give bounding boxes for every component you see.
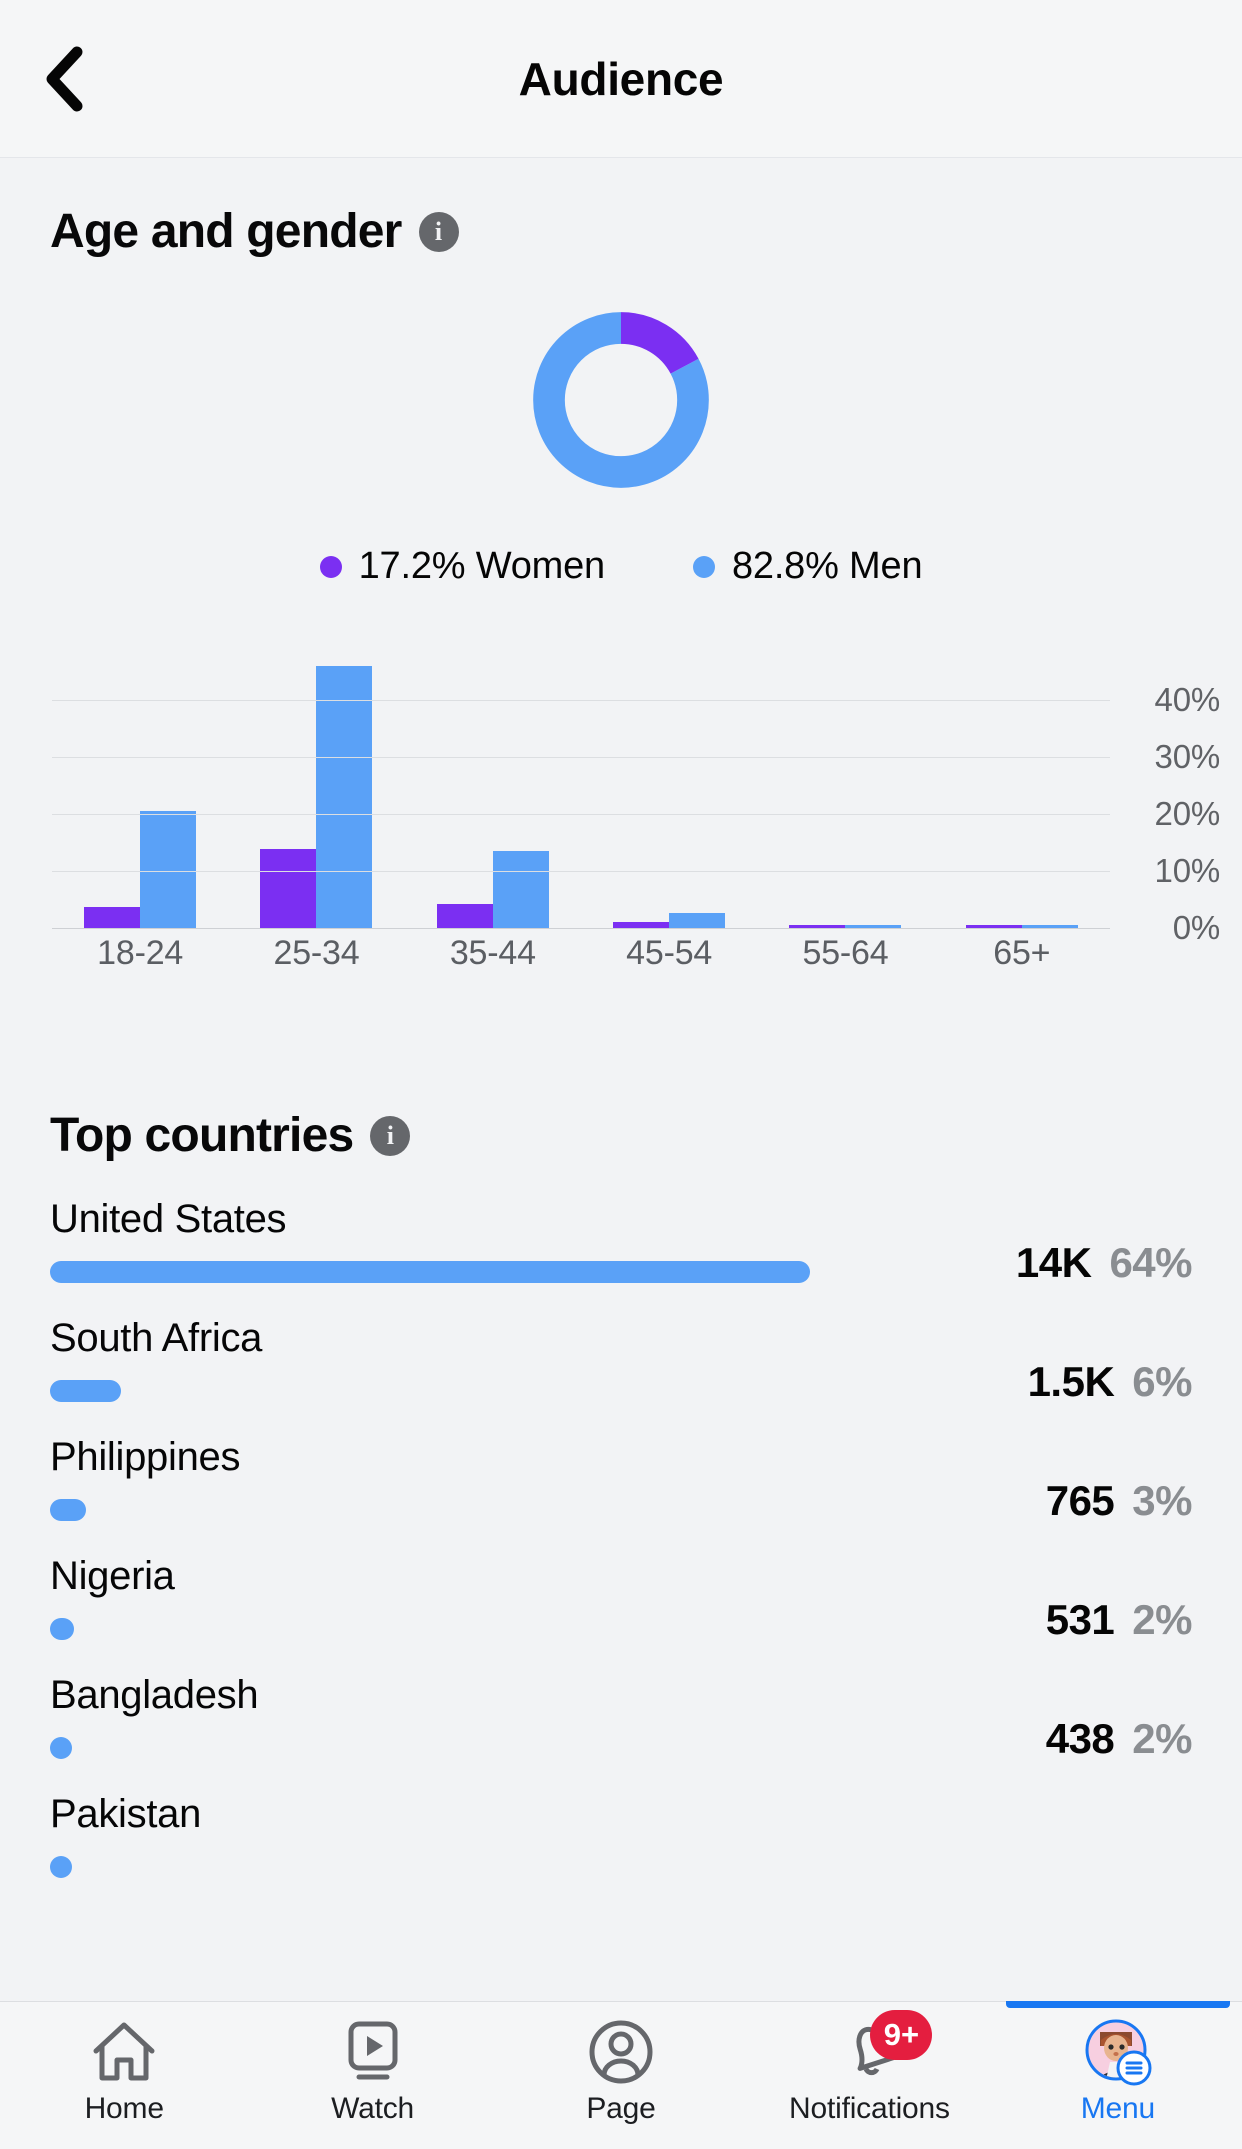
info-icon[interactable]: i [418,211,459,252]
country-bar-track [50,1499,810,1521]
profile-icon [588,2018,654,2086]
country-name: Nigeria [50,1554,175,1598]
country-bar [50,1261,810,1283]
country-row[interactable]: Bangladesh 438 2% [50,1665,1192,1784]
country-percent: 64% [1109,1239,1192,1286]
page-title: Audience [518,52,724,105]
country-value: 438 [1045,1715,1115,1762]
home-icon [91,2018,157,2086]
tab-label-notifications: Notifications [789,2092,950,2125]
country-bar-track [50,1380,810,1402]
tab-label-home: Home [84,2092,164,2125]
top-countries-title: Top countries [50,1109,354,1162]
watch-icon [343,2018,403,2086]
tab-home[interactable]: Home [0,2002,248,2149]
x-axis-label-25-34: 25-34 [273,934,360,972]
age-gender-title: Age and gender [50,205,402,258]
donut-svg [533,312,709,488]
tab-watch[interactable]: Watch [248,2002,496,2149]
audience-screen: Audience Age and gender i 17.2% Women 82… [0,0,1242,2149]
gridline-0% [52,928,1110,929]
tab-notifications[interactable]: 9+ Notifications [745,2002,993,2149]
tab-label-page: Page [586,2092,656,2125]
active-tab-indicator [1005,2001,1231,2008]
y-axis-tick: 0% [1172,909,1220,946]
x-axis-label-35-44: 35-44 [449,934,536,972]
country-percent: 6% [1132,1358,1192,1405]
country-stats: 765 3% [1045,1477,1193,1525]
country-row[interactable]: Philippines 765 3% [50,1427,1192,1546]
country-bar-track [50,1618,810,1640]
y-axis-tick: 20% [1154,794,1221,832]
x-axis-label-18-24: 18-24 [97,934,184,972]
country-bar [50,1737,73,1759]
country-row[interactable]: Nigeria 531 2% [50,1546,1192,1665]
tab-label-watch: Watch [331,2092,415,2125]
country-value: 765 [1045,1477,1115,1524]
y-axis-tick: 40% [1154,680,1221,718]
avatar [1084,2018,1152,2086]
tab-label-menu: Menu [1080,2092,1155,2125]
country-name: Pakistan [50,1792,202,1836]
legend-dot-men [692,555,715,578]
avatar-menu-icon [1084,2018,1152,2086]
country-name: Philippines [50,1435,241,1479]
country-bar-track [50,1737,810,1759]
country-bar-track [50,1856,810,1878]
y-axis-tick: 10% [1154,851,1221,889]
chevron-left-icon [46,46,83,111]
tab-menu[interactable]: Menu [994,2001,1242,2149]
bell-icon: 9+ [836,2010,933,2086]
country-list: United States 14K 64% South Africa 1.5K 6% Phi… [50,1189,1192,1903]
y-axis-tick: 30% [1154,737,1221,775]
country-row[interactable]: South Africa 1.5K 6% [50,1308,1192,1427]
bottom-tab-bar: Home Watch Page 9+ Notifications Menu [0,2001,1242,2149]
country-name: South Africa [50,1316,263,1360]
gender-donut-chart [0,305,1242,495]
age-gender-bar-chart: 0% 10% 20% 30% 40% 18-24 25-34 35-44 45-54 55-64… [0,660,1242,990]
country-bar [50,1856,72,1878]
legend-item-men: 82.8% Men [692,545,923,588]
country-name: United States [50,1197,287,1241]
country-stats: 14K 64% [1015,1239,1193,1287]
legend-label-men: 82.8% Men [731,545,923,587]
country-bar [50,1380,122,1402]
x-axis-labels: 18-24 25-34 35-44 45-54 55-64 65+ [52,934,1110,990]
country-row[interactable]: Pakistan [50,1784,1192,1903]
tab-page[interactable]: Page [497,2002,745,2149]
country-percent: 2% [1132,1596,1192,1643]
x-axis-label-65+: 65+ [993,934,1051,972]
country-bar-track [50,1261,810,1283]
country-percent: 2% [1132,1715,1192,1762]
top-countries-heading: Top countries i [50,1108,1192,1163]
country-stats: 531 2% [1045,1596,1193,1644]
legend-item-women: 17.2% Women [319,545,606,588]
notifications-badge: 9+ [870,2010,933,2060]
country-value: 14K [1015,1239,1092,1286]
country-value: 1.5K [1027,1358,1115,1405]
country-percent: 3% [1132,1477,1192,1524]
country-stats: 1.5K 6% [1027,1358,1193,1406]
gender-legend: 17.2% Women 82.8% Men [0,545,1242,588]
country-value: 531 [1045,1596,1115,1643]
gridlines: 0% 10% 20% 30% 40% [0,660,1242,946]
country-name: Bangladesh [50,1673,259,1717]
legend-dot-women [319,555,342,578]
legend-label-women: 17.2% Women [358,545,606,587]
top-countries-section: Top countries i United States 14K 64% South… [0,1108,1242,1903]
back-button[interactable] [28,43,100,115]
country-bar [50,1618,74,1640]
x-axis-label-45-54: 45-54 [626,934,713,972]
country-bar [50,1499,86,1521]
country-stats: 438 2% [1045,1715,1193,1763]
country-row[interactable]: United States 14K 64% [50,1189,1192,1308]
info-icon[interactable]: i [370,1115,411,1156]
x-axis-label-55-64: 55-64 [802,934,889,972]
age-gender-section: Age and gender i 17.2% Women 82.8% Men 0… [0,158,1242,990]
age-gender-heading: Age and gender i [0,204,1242,259]
app-header: Audience [0,0,1242,158]
